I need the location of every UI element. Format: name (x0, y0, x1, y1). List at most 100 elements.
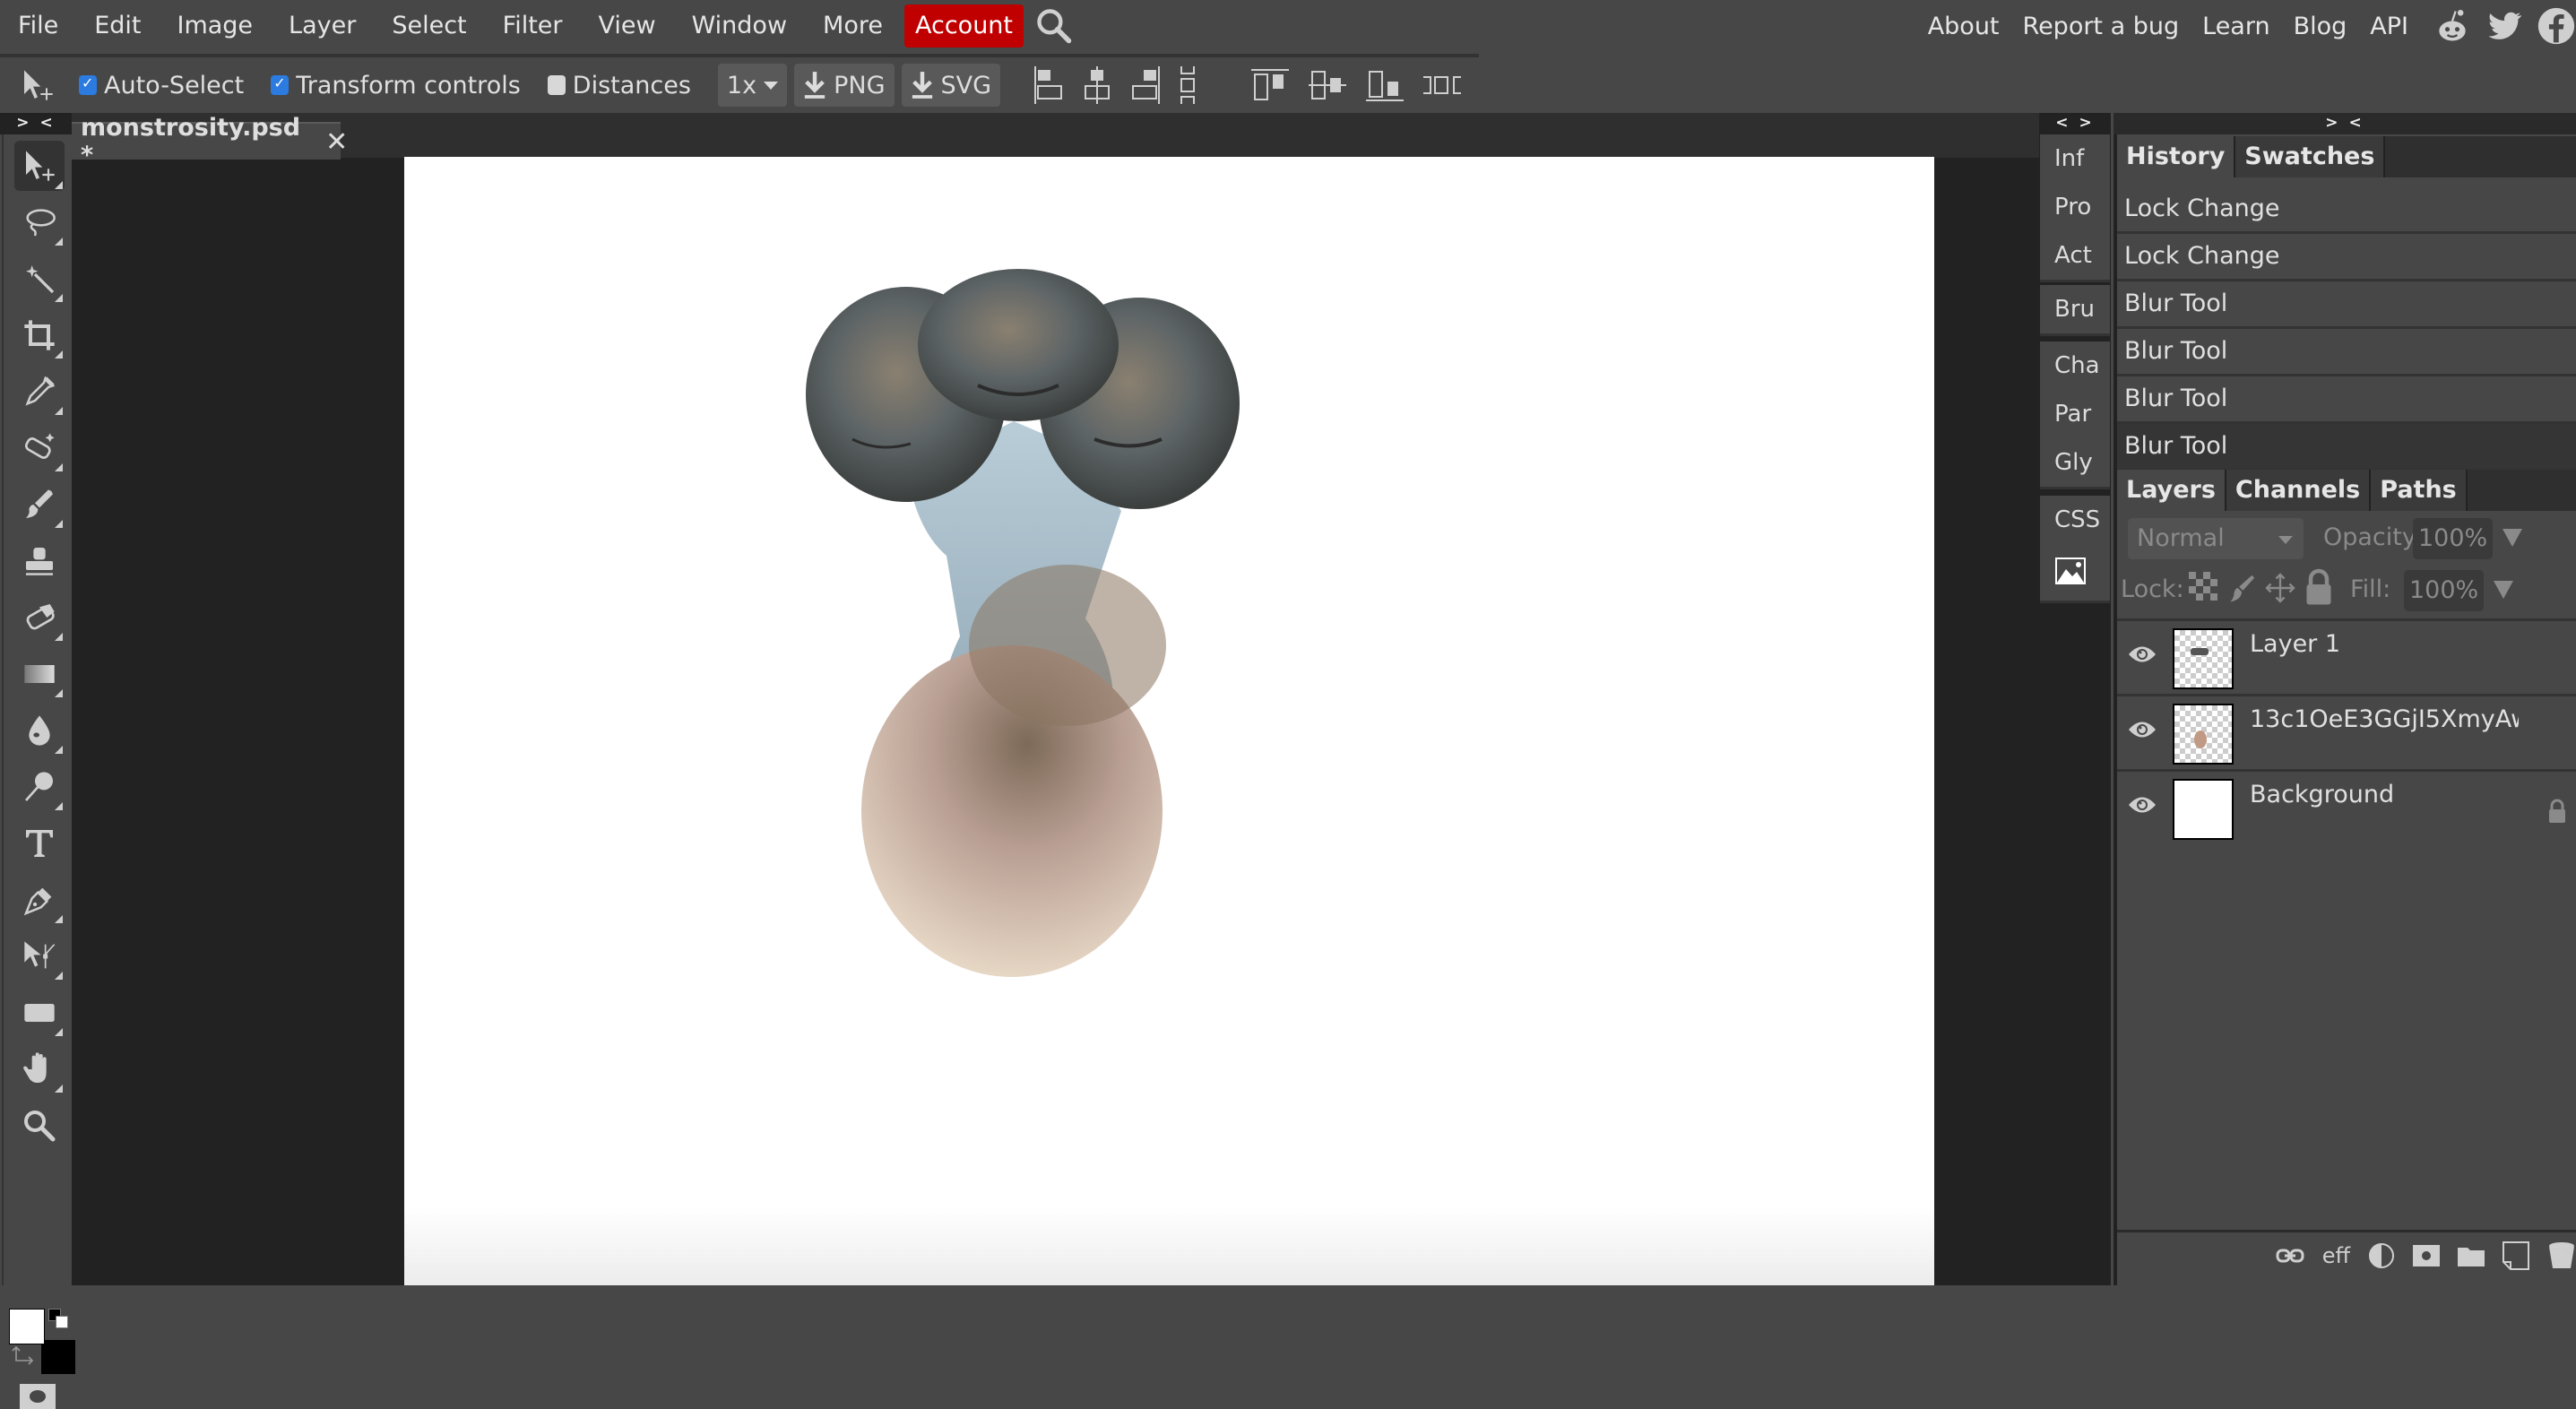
right-panel-collapse-button[interactable]: > < (2114, 113, 2576, 134)
distances-check[interactable] (547, 75, 566, 95)
layer-row[interactable]: Background (2117, 769, 2576, 844)
zoom-tool[interactable] (14, 1101, 65, 1151)
menu-file[interactable]: File (0, 4, 76, 48)
magic-wand-tool[interactable] (14, 254, 65, 304)
tab-paths[interactable]: Paths (2371, 470, 2468, 511)
layer-mask-icon[interactable] (2413, 1245, 2440, 1266)
layer-row[interactable]: Layer 1 (2117, 618, 2576, 694)
image-panel-icon[interactable] (2054, 557, 2087, 585)
facebook-icon[interactable] (2537, 6, 2576, 46)
gradient-tool[interactable] (14, 649, 65, 699)
swap-colors-icon[interactable] (11, 1346, 36, 1368)
api-link[interactable]: API (2358, 13, 2420, 40)
menu-more[interactable]: More (805, 4, 901, 48)
toolbox-collapse-button[interactable]: > < (0, 113, 72, 134)
menu-filter[interactable]: Filter (485, 4, 581, 48)
distribute-vertical-icon[interactable] (1180, 66, 1197, 104)
glyphs-panel-button[interactable]: Gly (2040, 438, 2110, 487)
align-top-icon[interactable] (1251, 69, 1290, 101)
export-svg-button[interactable]: SVG (901, 64, 1001, 107)
pen-tool[interactable] (14, 875, 65, 925)
properties-panel-button[interactable]: Pro (2040, 183, 2110, 231)
lock-all-icon[interactable] (2305, 568, 2332, 606)
about-link[interactable]: About (1916, 13, 2011, 40)
layer-locked-icon[interactable] (2547, 799, 2567, 824)
layer-row[interactable]: 13c1OeE3GGjI5XmyAwn (2117, 694, 2576, 769)
type-tool[interactable] (14, 818, 65, 869)
search-icon[interactable] (1034, 6, 1074, 46)
close-tab-icon[interactable]: ✕ (325, 126, 348, 158)
tab-layers[interactable]: Layers (2117, 470, 2226, 511)
visibility-eye-icon[interactable] (2128, 720, 2157, 739)
paragraph-panel-button[interactable]: Par (2040, 390, 2110, 438)
align-center-vertical-icon[interactable] (1309, 69, 1347, 101)
align-bottom-icon[interactable] (1366, 69, 1405, 101)
reddit-icon[interactable] (2433, 6, 2472, 46)
menu-select[interactable]: Select (374, 4, 484, 48)
tab-history[interactable]: History (2117, 136, 2236, 177)
rectangle-tool[interactable] (14, 988, 65, 1038)
history-item[interactable]: Lock Change (2117, 234, 2576, 281)
tab-channels[interactable]: Channels (2226, 470, 2372, 511)
css-panel-button[interactable]: CSS (2040, 496, 2110, 544)
opacity-input[interactable]: 100% (2413, 518, 2494, 559)
visibility-eye-icon[interactable] (2128, 644, 2157, 664)
dodge-tool[interactable] (14, 762, 65, 812)
mini-panel-collapse-button[interactable]: < > (2053, 113, 2097, 134)
eyedropper-tool[interactable] (14, 367, 65, 417)
move-tool[interactable] (14, 141, 65, 191)
menu-image[interactable]: Image (159, 4, 271, 48)
link-layers-icon[interactable] (2276, 1248, 2304, 1264)
opacity-dropdown-icon[interactable] (2503, 529, 2522, 547)
actions-panel-button[interactable]: Act (2040, 231, 2110, 280)
lock-pixels-icon[interactable] (2226, 570, 2257, 606)
align-center-horizontal-icon[interactable] (1083, 66, 1111, 104)
info-panel-button[interactable]: Inf (2040, 134, 2110, 183)
background-color-swatch[interactable] (41, 1340, 75, 1374)
auto-select-check[interactable] (79, 74, 97, 95)
distribute-horizontal-icon[interactable] (1423, 74, 1462, 96)
hand-tool[interactable] (14, 1044, 65, 1094)
twitter-icon[interactable] (2485, 6, 2524, 46)
distances-checkbox[interactable]: Distances (547, 72, 691, 99)
quick-mask-icon[interactable] (20, 1384, 56, 1409)
eraser-tool[interactable] (14, 592, 65, 643)
blend-mode-select[interactable]: Normal (2128, 518, 2304, 559)
visibility-eye-icon[interactable] (2128, 795, 2157, 815)
crop-tool[interactable] (14, 310, 65, 360)
history-item[interactable]: Blur Tool (2117, 281, 2576, 329)
history-item[interactable]: Lock Change (2117, 186, 2576, 234)
report-bug-link[interactable]: Report a bug (2011, 13, 2191, 40)
menu-layer[interactable]: Layer (271, 4, 374, 48)
learn-link[interactable]: Learn (2191, 13, 2281, 40)
lock-position-icon[interactable] (2264, 570, 2296, 606)
history-item[interactable]: Blur Tool (2117, 376, 2576, 424)
align-right-icon[interactable] (1131, 66, 1161, 104)
new-group-folder-icon[interactable] (2458, 1245, 2485, 1266)
account-button[interactable]: Account (903, 4, 1024, 48)
menu-view[interactable]: View (581, 4, 674, 48)
adjustment-layer-icon[interactable] (2368, 1242, 2395, 1269)
menu-window[interactable]: Window (674, 4, 805, 48)
brush-panel-button[interactable]: Bru (2040, 285, 2110, 333)
clone-stamp-tool[interactable] (14, 536, 65, 586)
character-panel-button[interactable]: Cha (2040, 341, 2110, 390)
lock-transparency-icon[interactable] (2189, 572, 2217, 604)
foreground-color-swatch[interactable] (9, 1309, 45, 1344)
transform-controls-check[interactable] (271, 74, 290, 95)
delete-layer-trash-icon[interactable] (2547, 1241, 2576, 1270)
document-canvas[interactable] (404, 157, 1934, 1285)
fill-input[interactable]: 100% (2404, 570, 2485, 611)
export-png-button[interactable]: PNG (794, 64, 895, 107)
blog-link[interactable]: Blog (2282, 13, 2359, 40)
document-tab[interactable]: monstrosity.psd * ✕ (72, 114, 348, 169)
history-item[interactable]: Blur Tool (2117, 329, 2576, 376)
transform-controls-checkbox[interactable]: Transform controls (271, 72, 521, 99)
menu-edit[interactable]: Edit (76, 4, 159, 48)
tab-swatches[interactable]: Swatches (2235, 136, 2386, 177)
path-select-tool[interactable] (14, 931, 65, 981)
lasso-tool[interactable] (14, 197, 65, 247)
auto-select-checkbox[interactable]: Auto-Select (79, 72, 244, 99)
new-layer-icon[interactable] (2503, 1241, 2529, 1270)
blur-tool[interactable] (14, 705, 65, 756)
